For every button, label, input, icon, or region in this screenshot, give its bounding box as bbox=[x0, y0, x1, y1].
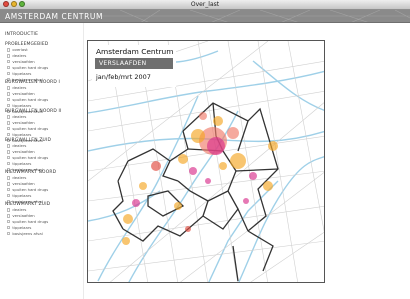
checkbox[interactable] bbox=[7, 182, 11, 186]
incident-marker[interactable] bbox=[213, 116, 223, 126]
window-titlebar: Over_last bbox=[0, 0, 410, 10]
checkbox[interactable] bbox=[7, 71, 11, 76]
checkbox[interactable] bbox=[7, 132, 11, 137]
map-info-panel: Amsterdam Centrum VERSLAAFDEN jan/feb/mr… bbox=[92, 45, 176, 87]
checkbox-label: overlast bbox=[12, 47, 28, 53]
checkbox[interactable] bbox=[7, 127, 11, 131]
checkbox[interactable] bbox=[7, 92, 11, 96]
checkbox-label: tippelaars bbox=[12, 225, 32, 231]
checkbox-label: dealers bbox=[12, 175, 27, 181]
checkbox[interactable] bbox=[7, 188, 11, 192]
sidebar: INTRODUCTIE PROBLEEMGEBIED overlast deal… bbox=[0, 23, 84, 299]
checkbox[interactable] bbox=[7, 156, 11, 160]
incident-marker[interactable] bbox=[263, 181, 273, 191]
checkbox-label: tippelaars bbox=[12, 161, 32, 167]
checkbox-label: spuiten hard drugs bbox=[12, 65, 49, 71]
checkbox-label: verslaafden bbox=[12, 213, 35, 219]
category-tag: VERSLAAFDEN bbox=[95, 58, 173, 69]
checkbox[interactable] bbox=[7, 98, 11, 102]
checkbox-label: basisjeens afval bbox=[12, 231, 43, 236]
checkbox[interactable] bbox=[7, 176, 11, 180]
checkbox-label: dealers bbox=[12, 85, 27, 91]
incident-marker[interactable] bbox=[207, 137, 225, 155]
group-nieuwmarkt-noord: NIEUWMARKT NOORD dealers verslaafden spu… bbox=[5, 170, 83, 204]
checkbox-label: dealers bbox=[12, 207, 27, 213]
checkbox[interactable] bbox=[7, 231, 11, 236]
map-view[interactable]: Amsterdam Centrum VERSLAAFDEN jan/feb/mr… bbox=[87, 40, 325, 283]
incident-marker[interactable] bbox=[199, 112, 207, 120]
incident-marker[interactable] bbox=[249, 172, 257, 180]
checkbox[interactable] bbox=[7, 150, 11, 154]
checkbox[interactable] bbox=[7, 60, 11, 64]
header-banner: AMSTERDAM CENTRUM bbox=[0, 10, 410, 23]
checkbox-label: spuiten hard drugs bbox=[12, 126, 49, 132]
incident-marker[interactable] bbox=[230, 153, 246, 169]
checkbox[interactable] bbox=[7, 225, 11, 230]
incident-marker[interactable] bbox=[189, 167, 197, 175]
incident-marker[interactable] bbox=[132, 199, 140, 207]
checkbox-label: verslaafden bbox=[12, 91, 35, 97]
checkbox-label: spuiten hard drugs bbox=[12, 97, 49, 103]
checkbox[interactable] bbox=[7, 48, 11, 52]
incident-marker[interactable] bbox=[219, 162, 227, 170]
checkbox[interactable] bbox=[7, 208, 11, 212]
checkbox[interactable] bbox=[7, 214, 11, 218]
incident-marker[interactable] bbox=[139, 182, 147, 190]
checkbox[interactable] bbox=[7, 193, 11, 198]
incident-marker[interactable] bbox=[151, 161, 161, 171]
group-burgwallen-zuid: BURGWALLEN ZUID dealers verslaafden spui… bbox=[5, 138, 83, 172]
checkbox-label: tippelaars bbox=[12, 103, 32, 109]
checkbox-label: tippelaars bbox=[12, 71, 32, 76]
checkbox-label: spuiten hard drugs bbox=[12, 155, 49, 161]
incident-marker[interactable] bbox=[191, 129, 205, 143]
incident-marker[interactable] bbox=[268, 141, 278, 151]
incident-marker[interactable] bbox=[185, 226, 191, 232]
checkbox[interactable] bbox=[7, 144, 11, 148]
checkbox-label: verslaafden bbox=[12, 181, 35, 187]
group-nieuwmarkt-zuid: NIEUWMARKT ZUID dealers verslaafden spui… bbox=[5, 202, 83, 236]
checkbox-label: dealers bbox=[12, 114, 27, 120]
window-title: Over_last bbox=[190, 1, 220, 8]
incident-marker[interactable] bbox=[123, 214, 133, 224]
header-title: AMSTERDAM CENTRUM bbox=[5, 12, 104, 21]
checkbox-label: tippelaars bbox=[12, 132, 32, 138]
checkbox-label: spuiten hard drugs bbox=[12, 187, 49, 193]
nav-intro-link[interactable]: INTRODUCTIE bbox=[5, 32, 38, 37]
checkbox[interactable] bbox=[7, 65, 11, 70]
period-label: jan/feb/mrt 2007 bbox=[96, 73, 151, 81]
incident-marker[interactable] bbox=[178, 154, 188, 164]
checkbox[interactable] bbox=[7, 86, 11, 90]
checkbox[interactable] bbox=[7, 121, 11, 125]
incident-marker[interactable] bbox=[205, 178, 211, 184]
checkbox-label: tippelaars bbox=[12, 193, 32, 199]
checkbox[interactable] bbox=[7, 54, 11, 58]
checkbox-label: dealers bbox=[12, 143, 27, 149]
main-area: INTRODUCTIE PROBLEEMGEBIED overlast deal… bbox=[0, 23, 410, 299]
checkbox-row[interactable]: basisjeens afval bbox=[5, 231, 83, 237]
checkbox-label: verslaafden bbox=[12, 120, 35, 126]
checkbox-label: spuiten hard drugs bbox=[12, 219, 49, 225]
incident-marker[interactable] bbox=[243, 198, 249, 204]
checkbox[interactable] bbox=[7, 220, 11, 224]
incident-marker[interactable] bbox=[122, 237, 130, 245]
checkbox[interactable] bbox=[7, 161, 11, 166]
incident-marker[interactable] bbox=[227, 127, 239, 139]
checkbox[interactable] bbox=[7, 103, 11, 108]
incident-marker[interactable] bbox=[174, 202, 182, 210]
group-probleemgebied: PROBLEEMGEBIED overlast dealers verslaaf… bbox=[5, 42, 83, 82]
map-title: Amsterdam Centrum bbox=[96, 47, 174, 56]
checkbox-label: verslaafden bbox=[12, 149, 35, 155]
checkbox-label: verslaafden bbox=[12, 59, 35, 65]
checkbox[interactable] bbox=[7, 115, 11, 119]
checkbox-label: dealers bbox=[12, 53, 27, 59]
